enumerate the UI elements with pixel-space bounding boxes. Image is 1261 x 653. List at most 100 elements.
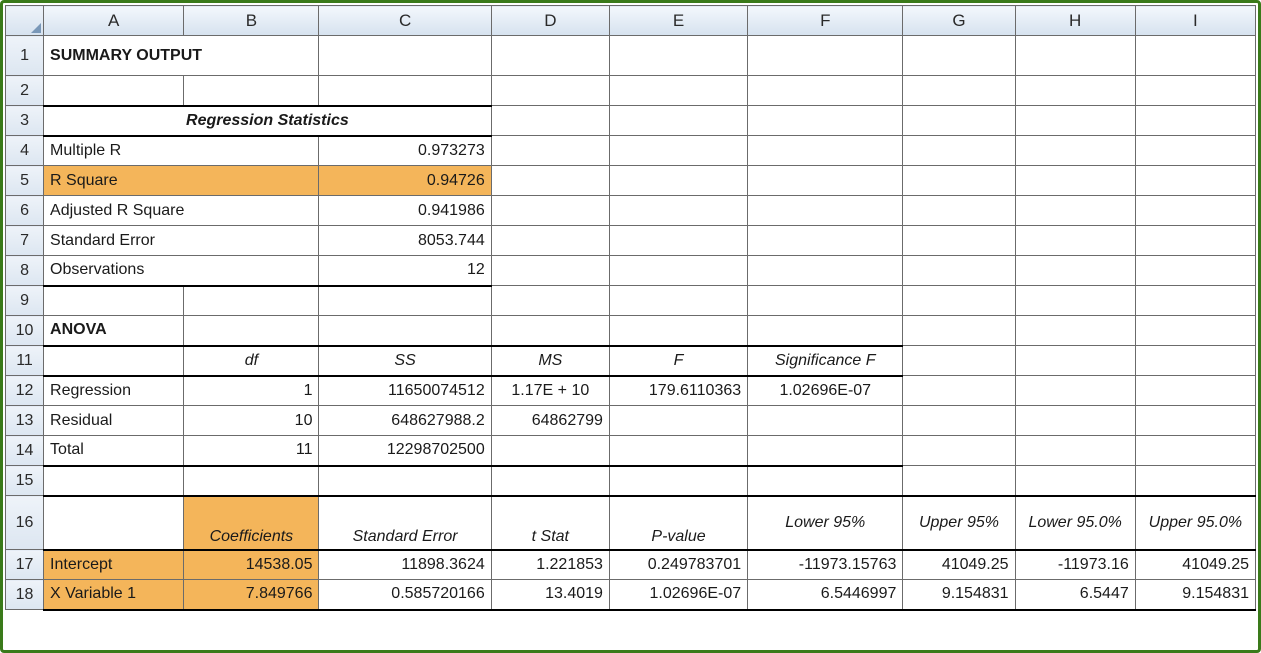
cell[interactable]: [184, 286, 319, 316]
cell[interactable]: [748, 406, 903, 436]
cell[interactable]: [491, 286, 609, 316]
cell[interactable]: [1135, 466, 1255, 496]
cell[interactable]: [1015, 76, 1135, 106]
select-all-corner[interactable]: [6, 6, 44, 36]
cell-anova-total-label[interactable]: Total: [44, 436, 184, 466]
cell-coef-hdr-pvalue[interactable]: P-value: [609, 496, 747, 550]
cell[interactable]: [903, 286, 1015, 316]
cell[interactable]: [1015, 376, 1135, 406]
row-header-18[interactable]: 18: [6, 580, 44, 610]
cell[interactable]: [903, 36, 1015, 76]
cell-regression-statistics-header[interactable]: Regression Statistics: [44, 106, 492, 136]
cell[interactable]: [44, 496, 184, 550]
cell[interactable]: [491, 36, 609, 76]
cell[interactable]: [319, 76, 491, 106]
cell[interactable]: [748, 286, 903, 316]
row-header-6[interactable]: 6: [6, 196, 44, 226]
cell[interactable]: [1135, 346, 1255, 376]
cell-anova-hdr-df[interactable]: df: [184, 346, 319, 376]
col-header-C[interactable]: C: [319, 6, 491, 36]
cell[interactable]: [1135, 166, 1255, 196]
cell-summary-output[interactable]: SUMMARY OUTPUT: [44, 36, 319, 76]
cell[interactable]: [1135, 136, 1255, 166]
cell-anova-residual-ms[interactable]: 64862799: [491, 406, 609, 436]
cell-xvar1-lower95-0[interactable]: 6.5447: [1015, 580, 1135, 610]
cell[interactable]: [748, 166, 903, 196]
cell-coef-hdr-coefficients[interactable]: Coefficients: [184, 496, 319, 550]
cell[interactable]: [748, 226, 903, 256]
cell-xvar1-stderr[interactable]: 0.585720166: [319, 580, 491, 610]
col-header-H[interactable]: H: [1015, 6, 1135, 36]
row-header-2[interactable]: 2: [6, 76, 44, 106]
cell[interactable]: [903, 406, 1015, 436]
cell[interactable]: [44, 76, 184, 106]
cell[interactable]: [609, 436, 747, 466]
cell[interactable]: [491, 226, 609, 256]
cell[interactable]: [1135, 226, 1255, 256]
cell[interactable]: [903, 76, 1015, 106]
cell[interactable]: [903, 376, 1015, 406]
cell[interactable]: [748, 256, 903, 286]
cell-anova-residual-ss[interactable]: 648627988.2: [319, 406, 491, 436]
row-header-11[interactable]: 11: [6, 346, 44, 376]
cell[interactable]: [748, 316, 903, 346]
cell-r-square-value[interactable]: 0.94726: [319, 166, 491, 196]
cell-intercept-label[interactable]: Intercept: [44, 550, 184, 580]
cell[interactable]: [903, 196, 1015, 226]
cell[interactable]: [748, 436, 903, 466]
cell[interactable]: [491, 166, 609, 196]
cell[interactable]: [609, 36, 747, 76]
cell[interactable]: [903, 106, 1015, 136]
cell[interactable]: [903, 166, 1015, 196]
cell[interactable]: [609, 256, 747, 286]
cell[interactable]: [44, 466, 184, 496]
cell-anova-regression-ss[interactable]: 11650074512: [319, 376, 491, 406]
cell[interactable]: [903, 136, 1015, 166]
cell[interactable]: [903, 436, 1015, 466]
row-header-7[interactable]: 7: [6, 226, 44, 256]
cell[interactable]: [1135, 256, 1255, 286]
cell-coef-hdr-tstat[interactable]: t Stat: [491, 496, 609, 550]
cell[interactable]: [1015, 346, 1135, 376]
cell[interactable]: [491, 436, 609, 466]
col-header-F[interactable]: F: [748, 6, 903, 36]
cell-intercept-stderr[interactable]: 11898.3624: [319, 550, 491, 580]
cell[interactable]: [748, 466, 903, 496]
cell[interactable]: [903, 256, 1015, 286]
cell-xvar1-tstat[interactable]: 13.4019: [491, 580, 609, 610]
cell[interactable]: [609, 196, 747, 226]
cell[interactable]: [609, 106, 747, 136]
cell[interactable]: [1015, 166, 1135, 196]
cell[interactable]: [44, 346, 184, 376]
cell-coef-hdr-upper95-0[interactable]: Upper 95.0%: [1135, 496, 1255, 550]
cell-anova-regression-f[interactable]: 179.6110363: [609, 376, 747, 406]
cell-xvar1-upper95[interactable]: 9.154831: [903, 580, 1015, 610]
row-header-4[interactable]: 4: [6, 136, 44, 166]
cell[interactable]: [609, 76, 747, 106]
cell[interactable]: [44, 286, 184, 316]
cell-anova-hdr-ss[interactable]: SS: [319, 346, 491, 376]
cell-anova-residual-label[interactable]: Residual: [44, 406, 184, 436]
cell[interactable]: [903, 226, 1015, 256]
cell-r-square-label[interactable]: R Square: [44, 166, 319, 196]
cell[interactable]: [748, 76, 903, 106]
col-header-G[interactable]: G: [903, 6, 1015, 36]
cell-anova-hdr-f[interactable]: F: [609, 346, 747, 376]
row-header-8[interactable]: 8: [6, 256, 44, 286]
cell-anova-regression-label[interactable]: Regression: [44, 376, 184, 406]
cell[interactable]: [1015, 226, 1135, 256]
cell[interactable]: [1015, 106, 1135, 136]
cell-intercept-coef[interactable]: 14538.05: [184, 550, 319, 580]
cell[interactable]: [903, 316, 1015, 346]
cell-anova-total-df[interactable]: 11: [184, 436, 319, 466]
cell-coef-hdr-stderror[interactable]: Standard Error: [319, 496, 491, 550]
cell[interactable]: [319, 286, 491, 316]
row-header-3[interactable]: 3: [6, 106, 44, 136]
cell[interactable]: [903, 466, 1015, 496]
cell[interactable]: [1135, 196, 1255, 226]
col-header-I[interactable]: I: [1135, 6, 1255, 36]
cell[interactable]: [319, 316, 491, 346]
cell[interactable]: [748, 136, 903, 166]
cell[interactable]: [1135, 436, 1255, 466]
cell[interactable]: [609, 286, 747, 316]
